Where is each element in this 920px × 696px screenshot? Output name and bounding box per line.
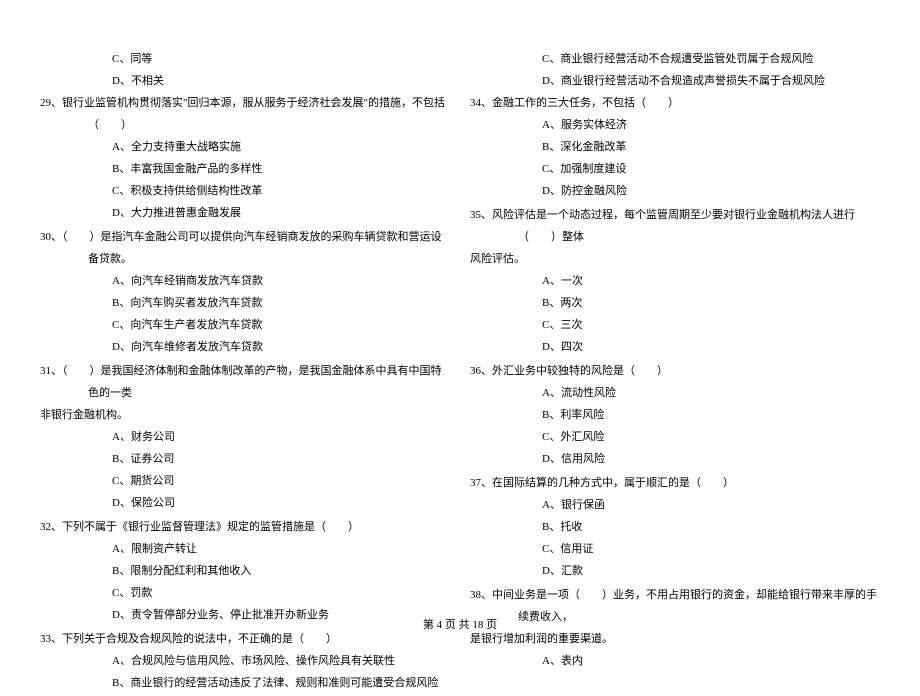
option: D、四次 [470, 336, 880, 358]
option: A、银行保函 [470, 494, 880, 516]
option: B、向汽车购买者发放汽车贷款 [40, 292, 450, 314]
option: D、保险公司 [40, 492, 450, 514]
question-33: 33、下列关于合规及合规风险的说法中，不正确的是（ ） A、合规风险与信用风险、… [40, 628, 450, 694]
option: C、加强制度建设 [470, 158, 880, 180]
question-text: 32、下列不属于《银行业监督管理法》规定的监管措施是（ ） [40, 516, 450, 538]
orphan-option: D、商业银行经营活动不合规造成声誉损失不属于合规风险 [470, 70, 880, 92]
option: A、向汽车经销商发放汽车贷款 [40, 270, 450, 292]
option: A、服务实体经济 [470, 114, 880, 136]
option: D、汇款 [470, 560, 880, 582]
question-text: 35、风险评估是一个动态过程，每个监管周期至少要对银行业金融机构法人进行（ ）整… [470, 204, 880, 248]
option: A、全力支持重大战略实施 [40, 136, 450, 158]
orphan-option: C、同等 [40, 48, 450, 70]
option: A、合规风险与信用风险、市场风险、操作风险具有关联性 [40, 650, 450, 672]
option: B、证券公司 [40, 448, 450, 470]
option: A、一次 [470, 270, 880, 292]
question-continuation: 非银行金融机构。 [40, 404, 450, 426]
option: D、大力推进普惠金融发展 [40, 202, 450, 224]
option: B、托收 [470, 516, 880, 538]
page-footer: 第 4 页 共 18 页 [0, 616, 920, 632]
option: C、向汽车生产者发放汽车贷款 [40, 314, 450, 336]
option: C、积极支持供给侧结构性改革 [40, 180, 450, 202]
option: B、两次 [470, 292, 880, 314]
option: B、限制分配红利和其他收入 [40, 560, 450, 582]
question-30: 30、（ ）是指汽车金融公司可以提供向汽车经销商发放的采购车辆贷款和营运设备贷款… [40, 226, 450, 358]
option: D、向汽车维修者发放汽车贷款 [40, 336, 450, 358]
option: C、信用证 [470, 538, 880, 560]
orphan-option: D、不相关 [40, 70, 450, 92]
option: C、外汇风险 [470, 426, 880, 448]
page-content: C、同等 D、不相关 29、银行业监管机构贯彻落实"回归本源，服从服务于经济社会… [0, 0, 920, 696]
left-column: C、同等 D、不相关 29、银行业监管机构贯彻落实"回归本源，服从服务于经济社会… [30, 48, 460, 696]
right-column: C、商业银行经营活动不合规遭受监管处罚属于合规风险 D、商业银行经营活动不合规造… [460, 48, 890, 696]
question-32: 32、下列不属于《银行业监督管理法》规定的监管措施是（ ） A、限制资产转让 B… [40, 516, 450, 626]
option: D、防控金融风险 [470, 180, 880, 202]
question-31: 31、（ ）是我国经济体制和金融体制改革的产物，是我国金融体系中具有中国特色的一… [40, 360, 450, 514]
question-text: 37、在国际结算的几种方式中，属于顺汇的是（ ） [470, 472, 880, 494]
option: B、商业银行的经营活动违反了法律、规则和准则可能遭受合规风险 [40, 672, 450, 694]
option: B、利率风险 [470, 404, 880, 426]
option: A、财务公司 [40, 426, 450, 448]
question-text: 31、（ ）是我国经济体制和金融体制改革的产物，是我国金融体系中具有中国特色的一… [40, 360, 450, 404]
option: A、流动性风险 [470, 382, 880, 404]
question-35: 35、风险评估是一个动态过程，每个监管周期至少要对银行业金融机构法人进行（ ）整… [470, 204, 880, 358]
option: A、表内 [470, 650, 880, 672]
question-34: 34、金融工作的三大任务，不包括（ ） A、服务实体经济 B、深化金融改革 C、… [470, 92, 880, 202]
option: D、信用风险 [470, 448, 880, 470]
question-continuation: 风险评估。 [470, 248, 880, 270]
question-37: 37、在国际结算的几种方式中，属于顺汇的是（ ） A、银行保函 B、托收 C、信… [470, 472, 880, 582]
question-text: 29、银行业监管机构贯彻落实"回归本源，服从服务于经济社会发展"的措施，不包括（… [40, 92, 450, 136]
question-29: 29、银行业监管机构贯彻落实"回归本源，服从服务于经济社会发展"的措施，不包括（… [40, 92, 450, 224]
option: C、罚款 [40, 582, 450, 604]
question-36: 36、外汇业务中较独特的风险是（ ） A、流动性风险 B、利率风险 C、外汇风险… [470, 360, 880, 470]
question-text: 36、外汇业务中较独特的风险是（ ） [470, 360, 880, 382]
orphan-option: C、商业银行经营活动不合规遭受监管处罚属于合规风险 [470, 48, 880, 70]
option: A、限制资产转让 [40, 538, 450, 560]
question-text: 30、（ ）是指汽车金融公司可以提供向汽车经销商发放的采购车辆贷款和营运设备贷款… [40, 226, 450, 270]
option: B、丰富我国金融产品的多样性 [40, 158, 450, 180]
question-text: 34、金融工作的三大任务，不包括（ ） [470, 92, 880, 114]
option: B、深化金融改革 [470, 136, 880, 158]
option: C、三次 [470, 314, 880, 336]
option: C、期货公司 [40, 470, 450, 492]
